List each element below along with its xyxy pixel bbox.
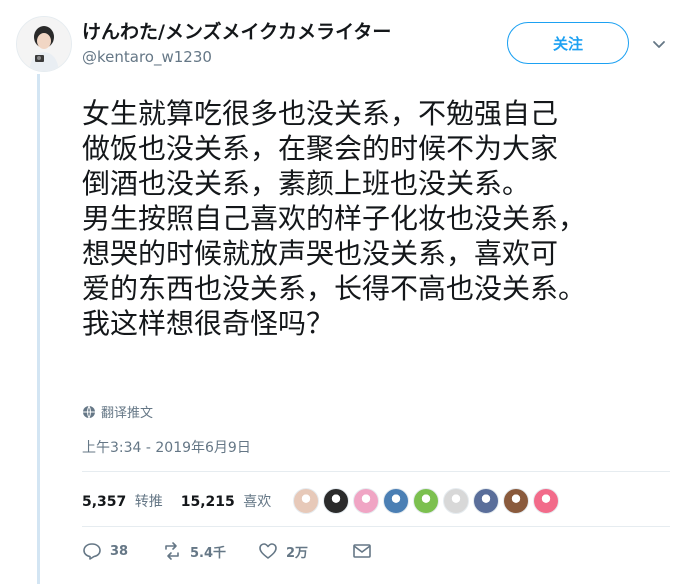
author-block: けんわた/メンズメイクカメライター @kentaro_w1230	[82, 20, 391, 66]
heart-icon	[259, 543, 277, 559]
tweet-line: 男生按照自己喜欢的样子化妆也没关系，	[82, 202, 587, 235]
liker-avatar[interactable]	[353, 488, 380, 514]
globe-icon	[83, 405, 95, 419]
liker-avatar[interactable]	[473, 488, 500, 514]
tweet-line: 做饭也没关系，在聚会的时候不为大家	[82, 132, 559, 165]
tweet-line: 我这样想很奇怪吗？	[82, 307, 335, 340]
follow-button[interactable]: 关注	[507, 22, 629, 64]
retweet-button[interactable]: 5.4千	[162, 541, 258, 561]
like-button[interactable]: 2万	[258, 541, 352, 561]
direct-message-button[interactable]	[352, 541, 372, 561]
tweet-line: 倒酒也没关系，素颜上班也没关系。	[82, 167, 531, 200]
liker-avatar[interactable]	[383, 488, 410, 514]
retweet-icon	[165, 542, 179, 560]
liker-avatar[interactable]	[503, 488, 530, 514]
translate-label: 翻译推文	[101, 406, 154, 421]
likes-label: 喜欢	[243, 494, 272, 510]
reply-button[interactable]: 38	[82, 541, 162, 561]
tweet-line: 想哭的时候就放声哭也没关系，喜欢可	[82, 237, 559, 270]
liker-avatar[interactable]	[293, 488, 320, 514]
divider	[82, 471, 670, 472]
thread-line	[37, 74, 40, 584]
divider	[82, 526, 670, 527]
reply-icon	[83, 543, 101, 560]
tweet-timestamp[interactable]: 上午3:34 - 2019年6月9日	[82, 437, 251, 457]
author-avatar-image	[17, 17, 71, 71]
tweet-text: 女生就算吃很多也没关系，不勉强自己 做饭也没关系，在聚会的时候不为大家 倒酒也没…	[82, 96, 682, 341]
author-avatar[interactable]	[16, 16, 72, 72]
reply-count: 38	[110, 543, 129, 559]
retweets-label: 转推	[134, 494, 163, 510]
tweet-actions: 38 5.4千 2万	[82, 541, 372, 561]
liker-avatar[interactable]	[443, 488, 470, 514]
author-handle[interactable]: @kentaro_w1230	[82, 48, 391, 66]
author-display-name[interactable]: けんわた/メンズメイクカメライター	[82, 20, 391, 44]
tweet-line: 爱的东西也没关系，长得不高也没关系。	[82, 272, 587, 305]
likes-stat[interactable]: 15,215 喜欢	[181, 491, 271, 511]
chevron-down-icon[interactable]	[651, 36, 667, 52]
likes-count: 15,215	[180, 494, 235, 510]
liker-avatar[interactable]	[533, 488, 560, 514]
liker-avatar[interactable]	[413, 488, 440, 514]
liker-avatar[interactable]	[323, 488, 350, 514]
like-count: 2万	[286, 545, 309, 561]
liker-avatars	[293, 488, 560, 514]
envelope-icon	[353, 544, 371, 558]
retweets-count: 5,357	[82, 494, 127, 510]
tweet-line: 女生就算吃很多也没关系，不勉强自己	[82, 97, 559, 130]
engagement-stats: 5,357 转推 15,215 喜欢	[82, 488, 560, 514]
translate-tweet-link[interactable]: 翻译推文	[82, 402, 153, 421]
retweets-stat[interactable]: 5,357 转推	[82, 491, 163, 511]
retweet-count: 5.4千	[190, 545, 227, 561]
